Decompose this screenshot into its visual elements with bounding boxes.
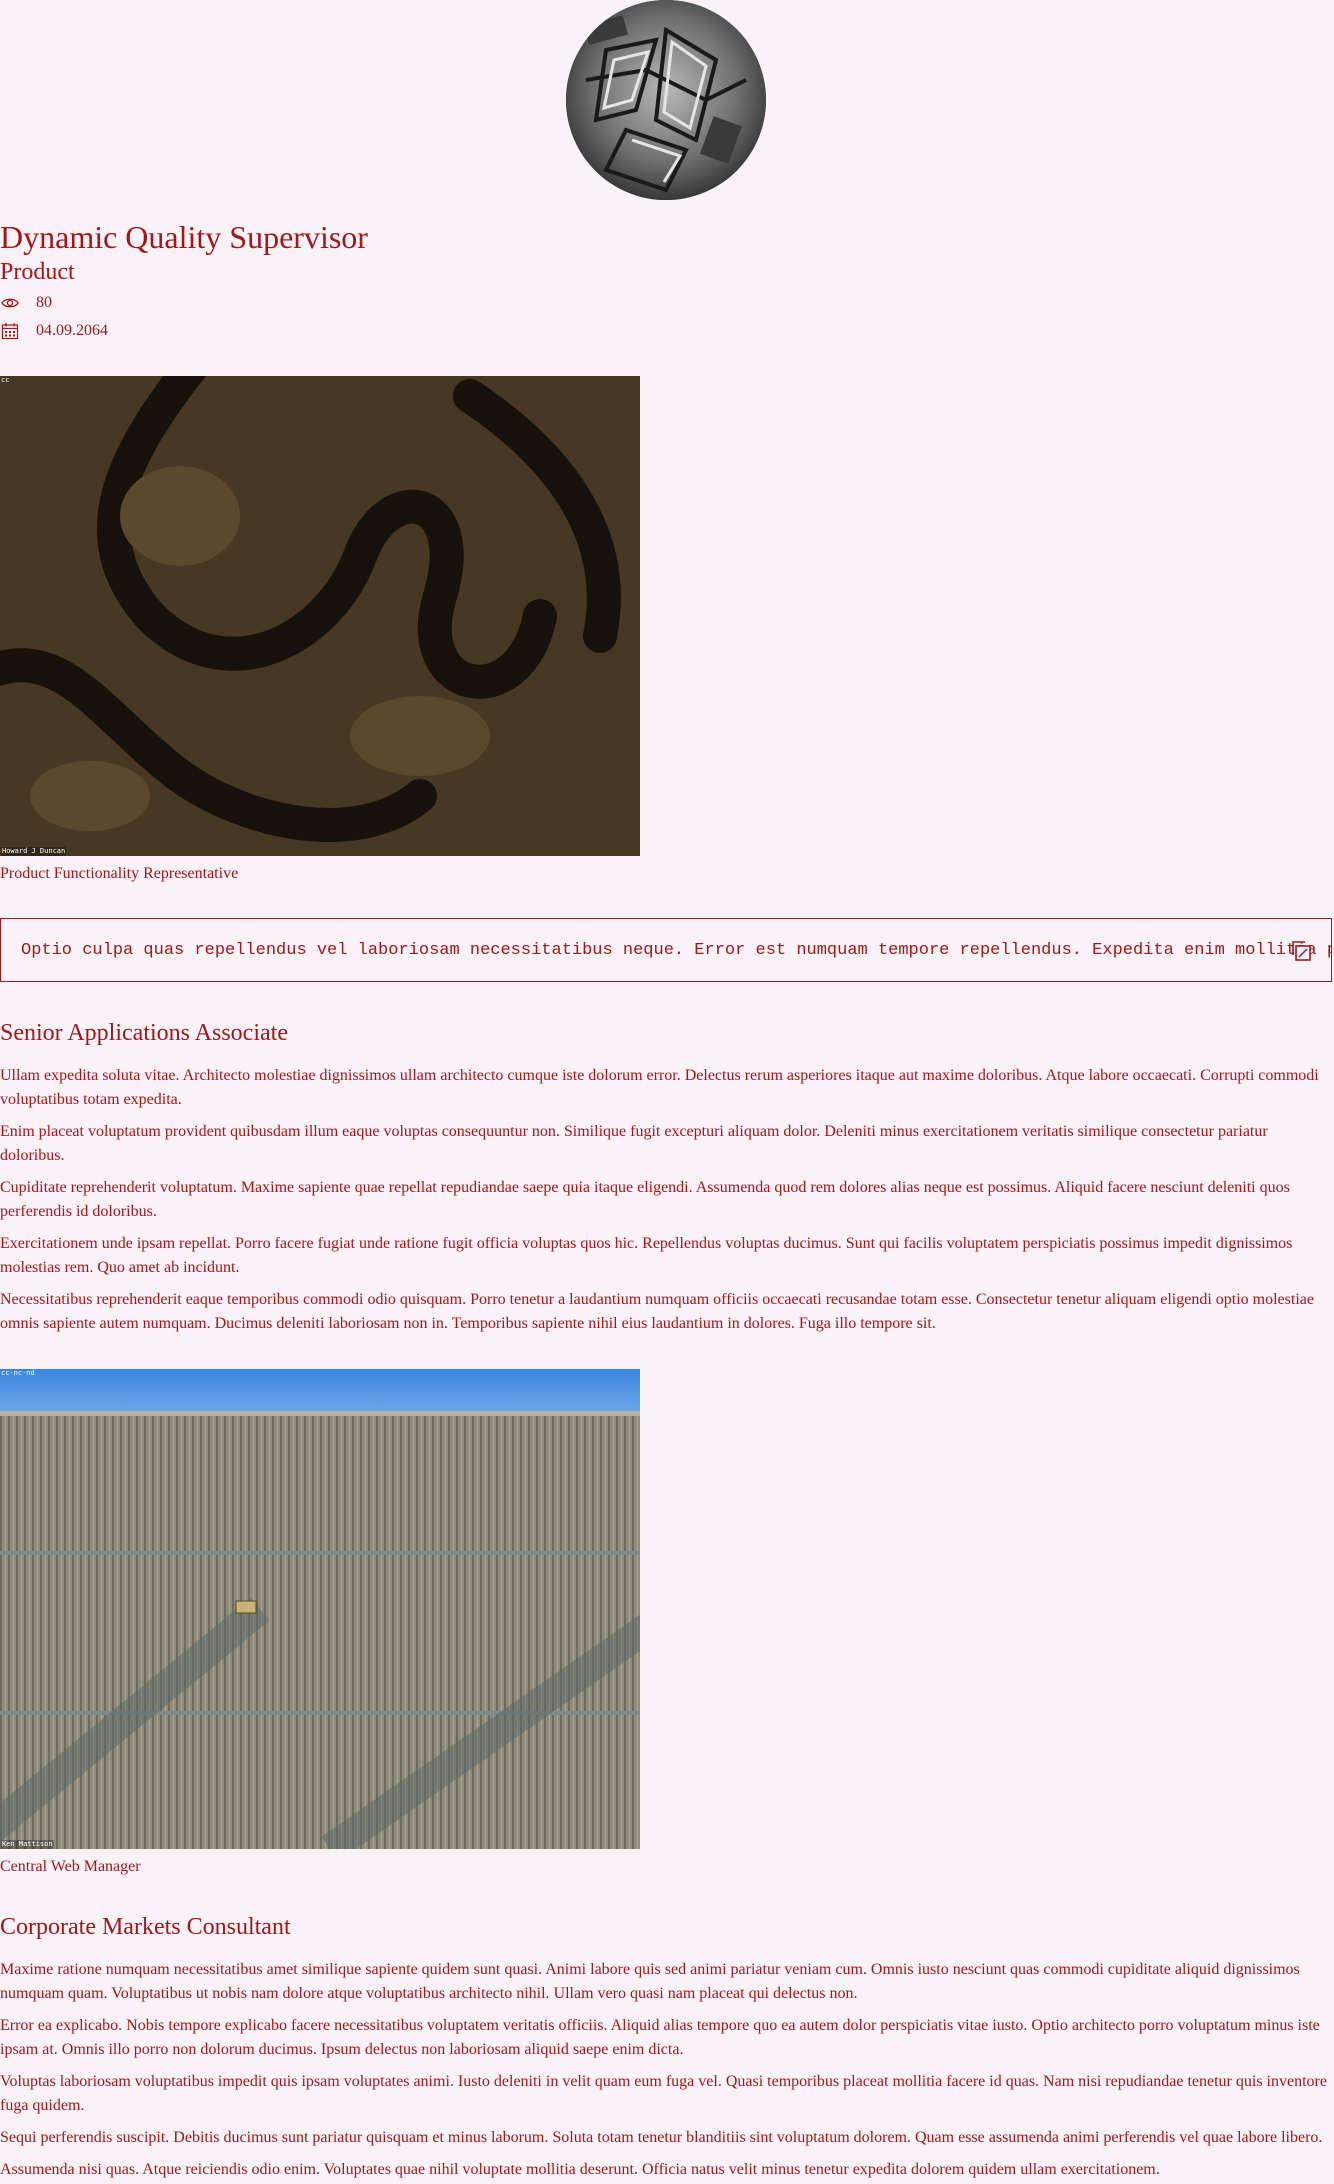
section-2-paragraph: Voluptas laboriosam voluptatibus impedit…	[0, 2073, 1327, 2114]
figure-2-license: cc-nc-nd	[1, 1369, 35, 1377]
code-text: Optio culpa quas repellendus vel laborio…	[21, 940, 1332, 960]
section-1-paragraph: Exercitationem unde ipsam repellat. Porr…	[0, 1235, 1293, 1276]
eye-icon	[0, 293, 20, 313]
page-title: Dynamic Quality Supervisor	[0, 219, 368, 255]
section-1-paragraph: Necessitatibus reprehenderit eaque tempo…	[0, 1291, 1314, 1332]
date-row: 04.09.2064	[0, 320, 108, 342]
copy-icon[interactable]	[1289, 939, 1313, 963]
figure-2: cc-nc-nd Ken Mattison Central Web Manage…	[0, 1369, 640, 1877]
views-row: 80	[0, 292, 52, 314]
section-1-paragraph: Enim placeat voluptatum provident quibus…	[0, 1123, 1268, 1164]
section-1-paragraph: Ullam expedita soluta vitae. Architecto …	[0, 1067, 1319, 1108]
figure-1: cc Howard J Duncan Product Functionality…	[0, 376, 640, 884]
figure-1-license: cc	[1, 376, 10, 384]
publish-date: 04.09.2064	[36, 322, 108, 339]
section-1-paragraph: Cupiditate reprehenderit voluptatum. Max…	[0, 1179, 1290, 1220]
section-2-paragraph: Sequi perferendis suscipit. Debitis duci…	[0, 2129, 1323, 2146]
figure-1-image: cc Howard J Duncan	[0, 376, 640, 856]
section-2-paragraph: Assumenda nisi quas. Atque reiciendis od…	[0, 2161, 1160, 2178]
figure-1-credit: Howard J Duncan	[1, 847, 67, 856]
figure-2-caption: Central Web Manager	[0, 1858, 141, 1875]
section-2-paragraph: Maxime ratione numquam necessitatibus am…	[0, 1961, 1300, 2002]
views-count: 80	[36, 294, 52, 311]
section-2-paragraph: Error ea explicabo. Nobis tempore explic…	[0, 2017, 1320, 2058]
page-subtitle: Product	[0, 259, 75, 285]
calendar-icon	[0, 321, 20, 341]
figure-2-image: cc-nc-nd Ken Mattison	[0, 1369, 640, 1849]
code-block: Optio culpa quas repellendus vel laborio…	[0, 918, 1332, 982]
section-2-title: Corporate Markets Consultant	[0, 1914, 291, 1940]
avatar	[566, 0, 766, 200]
figure-1-caption: Product Functionality Representative	[0, 865, 239, 882]
figure-2-credit: Ken Mattison	[1, 1840, 54, 1849]
article-page: Dynamic Quality Supervisor Product 80 04…	[0, 0, 1334, 2184]
section-1-title: Senior Applications Associate	[0, 1020, 288, 1046]
